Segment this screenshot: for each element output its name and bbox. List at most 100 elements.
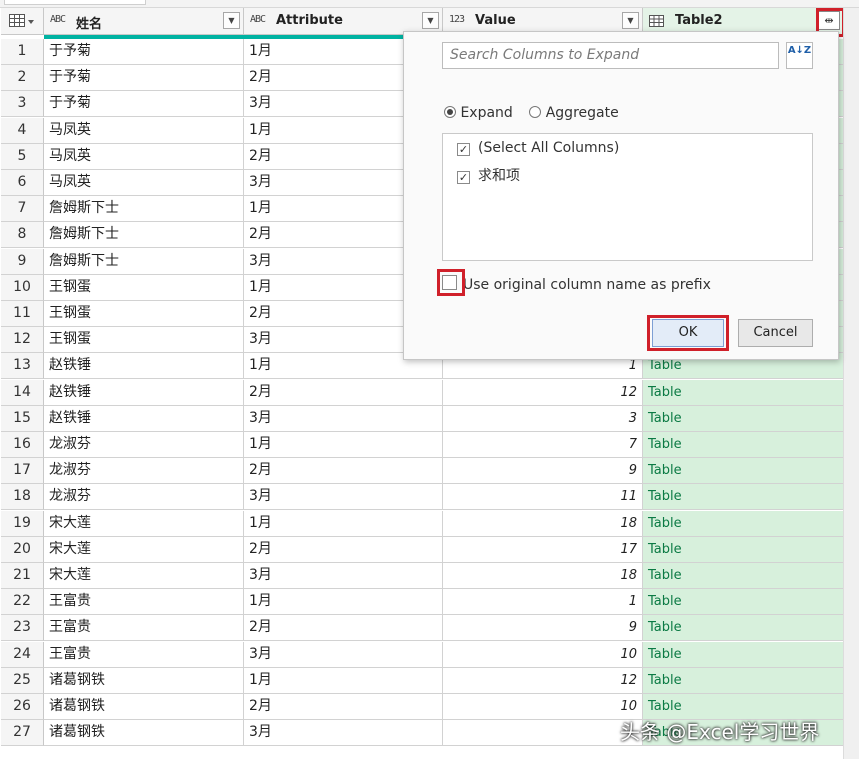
value-cell[interactable]: 18 <box>443 510 643 537</box>
name-cell[interactable]: 赵铁锤 <box>44 379 244 406</box>
name-cell[interactable]: 宋大莲 <box>44 536 244 563</box>
name-cell[interactable]: 宋大莲 <box>44 510 244 537</box>
row-number[interactable]: 12 <box>1 327 44 354</box>
row-number[interactable]: 3 <box>1 91 44 118</box>
value-cell[interactable]: 9 <box>443 458 643 485</box>
row-number[interactable]: 24 <box>1 641 44 668</box>
row-number[interactable]: 23 <box>1 615 44 642</box>
value-cell[interactable]: 9 <box>443 615 643 642</box>
attribute-cell[interactable]: 3月 <box>244 563 443 589</box>
name-cell[interactable]: 诸葛钢铁 <box>44 694 244 720</box>
attribute-cell[interactable]: 2月 <box>244 458 443 485</box>
name-cell[interactable]: 马凤英 <box>44 143 244 170</box>
attribute-cell[interactable]: 1月 <box>244 589 443 616</box>
column-item-select-all[interactable]: ✓ (Select All Columns) <box>457 140 619 156</box>
value-cell[interactable]: 10 <box>443 641 643 668</box>
row-number[interactable]: 1 <box>1 39 44 65</box>
row-number[interactable]: 16 <box>1 432 44 458</box>
value-cell[interactable]: 12 <box>443 667 643 694</box>
attribute-cell[interactable]: 3月 <box>244 405 443 432</box>
vertical-scrollbar[interactable] <box>843 8 859 759</box>
column-filter-dropdown[interactable]: ▼ <box>622 12 639 29</box>
table-cell[interactable]: Table <box>643 405 844 432</box>
name-cell[interactable]: 詹姆斯下士 <box>44 196 244 223</box>
table-cell[interactable]: Table <box>643 589 844 616</box>
name-cell[interactable]: 王钢蛋 <box>44 301 244 327</box>
name-cell[interactable]: 詹姆斯下士 <box>44 248 244 275</box>
name-cell[interactable]: 宋大莲 <box>44 563 244 589</box>
expand-column-button[interactable]: ⇹ <box>818 11 840 30</box>
name-cell[interactable]: 诸葛钢铁 <box>44 667 244 694</box>
name-cell[interactable]: 龙淑芬 <box>44 458 244 485</box>
row-number[interactable]: 22 <box>1 589 44 616</box>
prefix-checkbox[interactable] <box>442 275 457 290</box>
attribute-cell[interactable]: 2月 <box>244 694 443 720</box>
sort-az-button[interactable]: A↓Z <box>786 42 813 69</box>
attribute-cell[interactable]: 3月 <box>244 720 443 747</box>
table-cell[interactable]: Table <box>643 641 844 668</box>
row-number[interactable]: 15 <box>1 405 44 432</box>
radio-expand-circle[interactable] <box>444 106 456 118</box>
cancel-button[interactable]: Cancel <box>738 319 813 347</box>
table-cell[interactable]: Table <box>643 379 844 406</box>
ok-button[interactable]: OK <box>652 319 724 347</box>
row-number[interactable]: 5 <box>1 143 44 170</box>
value-cell[interactable]: 7 <box>443 432 643 458</box>
row-number[interactable]: 9 <box>1 248 44 275</box>
name-cell[interactable]: 于予菊 <box>44 39 244 65</box>
row-number[interactable]: 11 <box>1 301 44 327</box>
attribute-cell[interactable]: 1月 <box>244 510 443 537</box>
table-cell[interactable]: Table <box>643 484 844 511</box>
checkbox-checked[interactable]: ✓ <box>457 143 470 156</box>
row-number[interactable]: 7 <box>1 196 44 223</box>
attribute-cell[interactable]: 2月 <box>244 615 443 642</box>
row-number[interactable]: 14 <box>1 379 44 406</box>
row-number[interactable]: 13 <box>1 353 44 380</box>
name-cell[interactable]: 王钢蛋 <box>44 274 244 301</box>
name-cell[interactable]: 王富贵 <box>44 641 244 668</box>
row-number[interactable]: 8 <box>1 222 44 249</box>
row-number[interactable]: 4 <box>1 117 44 144</box>
table-cell[interactable]: Table <box>643 536 844 563</box>
table-cell[interactable]: Table <box>643 432 844 458</box>
value-cell[interactable]: 18 <box>443 563 643 589</box>
name-cell[interactable]: 于予菊 <box>44 65 244 92</box>
column-header-name[interactable]: ABC 姓名 ▼ <box>44 8 244 35</box>
name-cell[interactable]: 龙淑芬 <box>44 432 244 458</box>
name-cell[interactable]: 诸葛钢铁 <box>44 720 244 747</box>
row-number[interactable]: 25 <box>1 667 44 694</box>
attribute-cell[interactable]: 2月 <box>244 379 443 406</box>
name-cell[interactable]: 马凤英 <box>44 117 244 144</box>
name-cell[interactable]: 詹姆斯下士 <box>44 222 244 249</box>
value-cell[interactable]: 1 <box>443 589 643 616</box>
row-number[interactable]: 21 <box>1 563 44 589</box>
row-number[interactable]: 2 <box>1 65 44 92</box>
attribute-cell[interactable]: 2月 <box>244 536 443 563</box>
radio-expand[interactable]: Expand <box>444 105 513 121</box>
name-cell[interactable]: 马凤英 <box>44 170 244 196</box>
column-item-sum[interactable]: ✓ 求和项 <box>457 165 520 185</box>
attribute-cell[interactable]: 1月 <box>244 667 443 694</box>
value-cell[interactable]: 10 <box>443 694 643 720</box>
value-cell[interactable]: 17 <box>443 536 643 563</box>
radio-aggregate[interactable]: Aggregate <box>529 105 619 121</box>
table-cell[interactable]: Table <box>643 458 844 485</box>
table-menu-corner[interactable] <box>1 8 44 35</box>
name-cell[interactable]: 王富贵 <box>44 589 244 616</box>
radio-aggregate-circle[interactable] <box>529 106 542 118</box>
row-number[interactable]: 27 <box>1 720 44 747</box>
value-cell[interactable]: 3 <box>443 405 643 432</box>
table-cell[interactable]: Table <box>643 615 844 642</box>
name-cell[interactable]: 赵铁锤 <box>44 405 244 432</box>
name-cell[interactable]: 王钢蛋 <box>44 327 244 354</box>
column-filter-dropdown[interactable]: ▼ <box>223 12 240 29</box>
prefix-option[interactable]: Use original column name as prefix <box>442 275 711 293</box>
attribute-cell[interactable]: 3月 <box>244 641 443 668</box>
row-number[interactable]: 17 <box>1 458 44 485</box>
attribute-cell[interactable]: 3月 <box>244 484 443 511</box>
row-number[interactable]: 18 <box>1 484 44 511</box>
table-cell[interactable]: Table <box>643 510 844 537</box>
query-tab-fragment[interactable] <box>4 0 146 5</box>
table-cell[interactable]: Table <box>643 667 844 694</box>
table-cell[interactable]: Table <box>643 563 844 589</box>
